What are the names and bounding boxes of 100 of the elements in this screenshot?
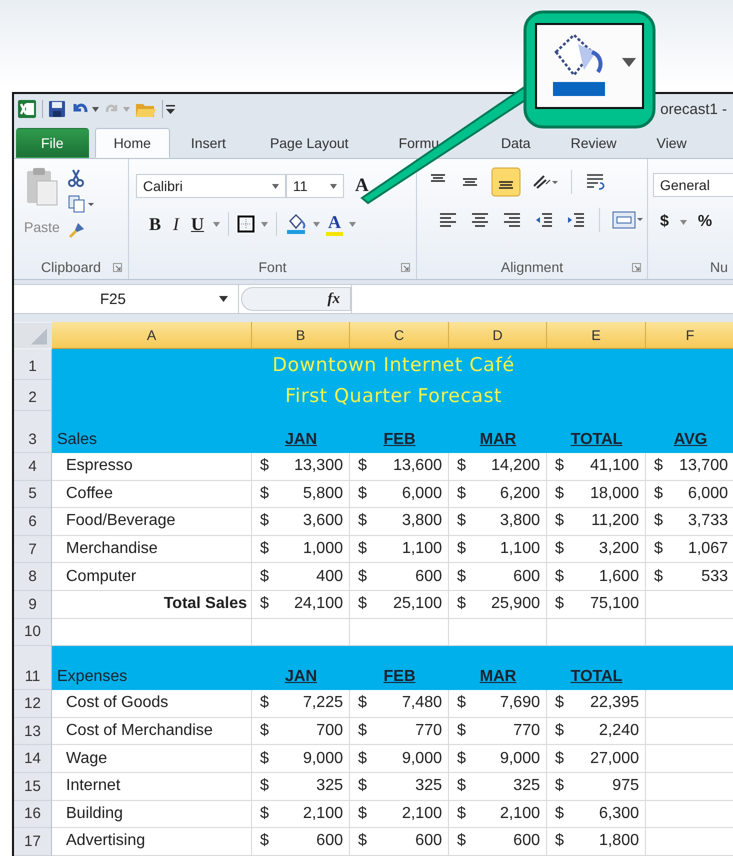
row-header[interactable]: 4: [14, 453, 52, 481]
ribbon-tab[interactable]: View: [638, 128, 706, 158]
ribbon-tab[interactable]: Page Layout: [250, 128, 368, 158]
name-box[interactable]: F25: [14, 285, 239, 313]
file-tab[interactable]: File: [16, 128, 89, 158]
row-header[interactable]: 17: [14, 828, 52, 856]
bold-button[interactable]: B: [146, 211, 164, 237]
customize-icon[interactable]: [166, 104, 175, 114]
merge-center-icon[interactable]: [612, 209, 644, 231]
row-header[interactable]: 6: [14, 508, 52, 536]
table-cell: Cost of Goods: [52, 690, 252, 718]
column-header[interactable]: F: [646, 322, 733, 349]
save-icon[interactable]: [48, 100, 66, 118]
column-header[interactable]: A: [52, 322, 252, 349]
brush-icon[interactable]: [68, 221, 86, 239]
table-cell: $ 2,240: [547, 718, 646, 746]
group-label: Alignment: [500, 259, 564, 275]
table-cell: $ 1,067: [646, 536, 733, 564]
column-header[interactable]: B: [252, 322, 350, 349]
scissors-icon[interactable]: [68, 169, 84, 187]
column-header[interactable]: C: [350, 322, 449, 349]
copy-icon[interactable]: [68, 195, 94, 213]
table-cell: $ 1,000: [252, 536, 350, 564]
row-header[interactable]: 16: [14, 800, 52, 828]
row-header[interactable]: 7: [14, 536, 52, 564]
grow-font-button[interactable]: A: [352, 173, 372, 199]
table-cell: $ 600: [350, 828, 449, 856]
table-cell: $ 25,100: [350, 590, 449, 619]
table-cell: $ 1,600: [547, 563, 646, 591]
caret-icon[interactable]: [330, 184, 337, 188]
column-header[interactable]: E: [547, 322, 646, 349]
row-header[interactable]: 10: [14, 618, 52, 646]
table-cell: $ 6,000: [350, 480, 449, 508]
column-header[interactable]: D: [449, 322, 547, 349]
table-cell: $ 7,480: [350, 690, 449, 718]
table-cell: $ 24,100: [252, 590, 350, 619]
launcher-icon[interactable]: [632, 262, 641, 272]
row-header[interactable]: 11: [14, 646, 52, 690]
table-cell: $ 14,200: [449, 453, 547, 481]
table-cell: Advertising: [52, 828, 252, 856]
row-header[interactable]: 2: [14, 380, 52, 411]
row-header[interactable]: 8: [14, 563, 52, 591]
caret-icon[interactable]: [219, 296, 228, 302]
table-cell: $ 3,800: [449, 508, 547, 536]
row-header[interactable]: 12: [14, 690, 52, 718]
row-header[interactable]: 14: [14, 745, 52, 773]
table-cell: Computer: [52, 563, 252, 591]
number-format-field[interactable]: General: [653, 173, 733, 197]
align-bottom-icon[interactable]: [491, 167, 521, 197]
column-heading: MAR: [449, 646, 547, 690]
font-name-field[interactable]: Calibri: [136, 174, 286, 198]
font-size-field[interactable]: 11: [286, 174, 344, 198]
table-cell: $ 400: [252, 563, 350, 591]
table-cell: $ 325: [350, 772, 449, 801]
table-cell: $ 325: [449, 772, 547, 801]
row-header[interactable]: 9: [14, 590, 52, 619]
table-cell: $ 600: [449, 563, 547, 591]
table-cell: $ 5,800: [252, 480, 350, 508]
ribbon-tab[interactable]: Formu: [380, 128, 458, 158]
table-cell: Espresso: [52, 453, 252, 481]
group-label: Font: [258, 259, 286, 275]
caret-icon[interactable]: [92, 106, 99, 112]
wrap-text-icon[interactable]: [584, 171, 606, 193]
row-header[interactable]: 1: [14, 349, 52, 380]
ribbon-tab[interactable]: Data: [482, 128, 550, 158]
percent-button[interactable]: %: [694, 209, 716, 235]
excel-icon[interactable]: [17, 99, 37, 119]
table-cell: $ 975: [547, 772, 646, 801]
insert-function-button[interactable]: fx: [241, 287, 351, 311]
font-color-button[interactable]: A: [326, 212, 344, 236]
launcher-icon[interactable]: [401, 262, 410, 272]
table-cell: $ 2,100: [350, 800, 449, 828]
table-cell: $ 18,000: [547, 480, 646, 508]
ribbon-tab[interactable]: Insert: [172, 128, 245, 158]
underline-button[interactable]: U: [188, 211, 208, 237]
column-heading: FEB: [350, 411, 449, 453]
row-header[interactable]: 13: [14, 718, 52, 746]
row-header[interactable]: 15: [14, 772, 52, 801]
table-cell: $ 700: [252, 718, 350, 746]
clipboard-icon: [24, 167, 59, 207]
table-cell: $ 7,225: [252, 690, 350, 718]
ribbon-tab[interactable]: Review: [552, 128, 636, 158]
column-heading: JAN: [252, 411, 350, 453]
row-header[interactable]: 3: [14, 411, 52, 453]
table-cell: $ 3,200: [547, 536, 646, 564]
table-cell: $ 325: [252, 772, 350, 801]
ribbon-tab[interactable]: Home: [94, 128, 170, 158]
caret-icon[interactable]: [272, 184, 279, 188]
border-icon[interactable]: [237, 215, 256, 233]
currency-button[interactable]: $: [657, 209, 672, 235]
table-cell: Coffee: [52, 480, 252, 508]
paint-bucket-icon[interactable]: [285, 213, 308, 235]
title-cell: First Quarter Forecast: [52, 380, 733, 411]
caret-icon: [622, 58, 636, 67]
row-header[interactable]: 5: [14, 480, 52, 508]
table-cell: Internet: [52, 772, 252, 801]
table-cell: $ 3,800: [350, 508, 449, 536]
italic-button[interactable]: I: [170, 211, 182, 237]
table-cell: $ 9,000: [252, 745, 350, 773]
launcher-icon[interactable]: [113, 262, 122, 272]
